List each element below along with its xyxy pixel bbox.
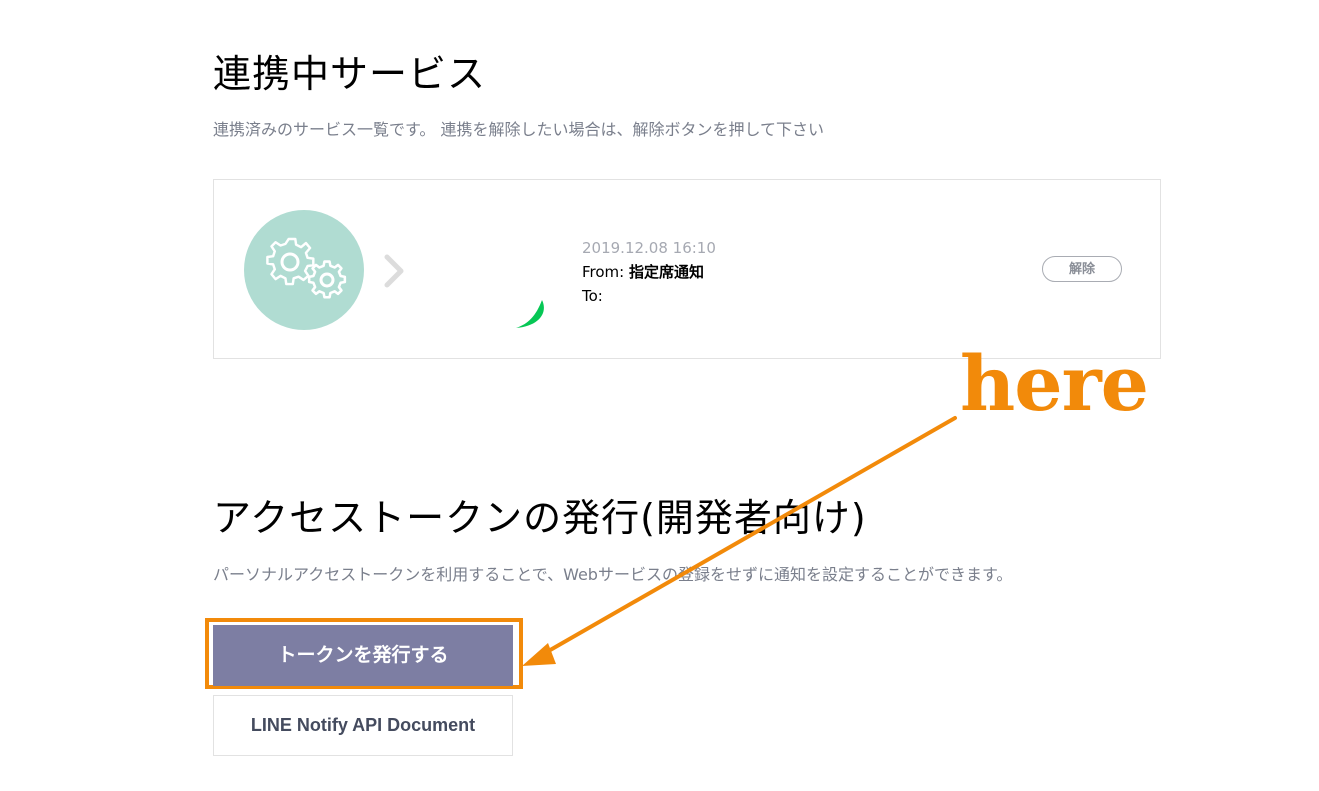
access-token-description: パーソナルアクセストークンを利用することで、Webサービスの登録をせずに通知を設… — [213, 565, 1013, 584]
connected-services-title: 連携中サービス — [213, 52, 487, 96]
service-to: To: — [582, 287, 603, 305]
service-from: From: 指定席通知 — [582, 260, 716, 284]
service-card: 2019.12.08 16:10 From: 指定席通知 To: 解除 — [213, 179, 1161, 359]
issue-token-button[interactable]: トークンを発行する — [213, 625, 513, 686]
line-logo-icon — [516, 300, 544, 328]
service-avatar — [244, 210, 364, 330]
access-token-title: アクセストークンの発行(開発者向け) — [213, 496, 867, 540]
from-value: 指定席通知 — [629, 263, 705, 281]
service-meta: 2019.12.08 16:10 From: 指定席通知 To: — [582, 236, 716, 308]
here-annotation: here — [960, 339, 1149, 428]
gears-icon — [266, 237, 347, 299]
service-date: 2019.12.08 16:10 — [582, 239, 716, 257]
chevron-right-icon — [384, 254, 404, 288]
api-document-button[interactable]: LINE Notify API Document — [213, 695, 513, 756]
connected-services-description: 連携済みのサービス一覧です。 連携を解除したい場合は、解除ボタンを押して下さい — [213, 120, 825, 139]
unlink-button[interactable]: 解除 — [1042, 256, 1122, 282]
from-label: From: — [582, 263, 629, 281]
